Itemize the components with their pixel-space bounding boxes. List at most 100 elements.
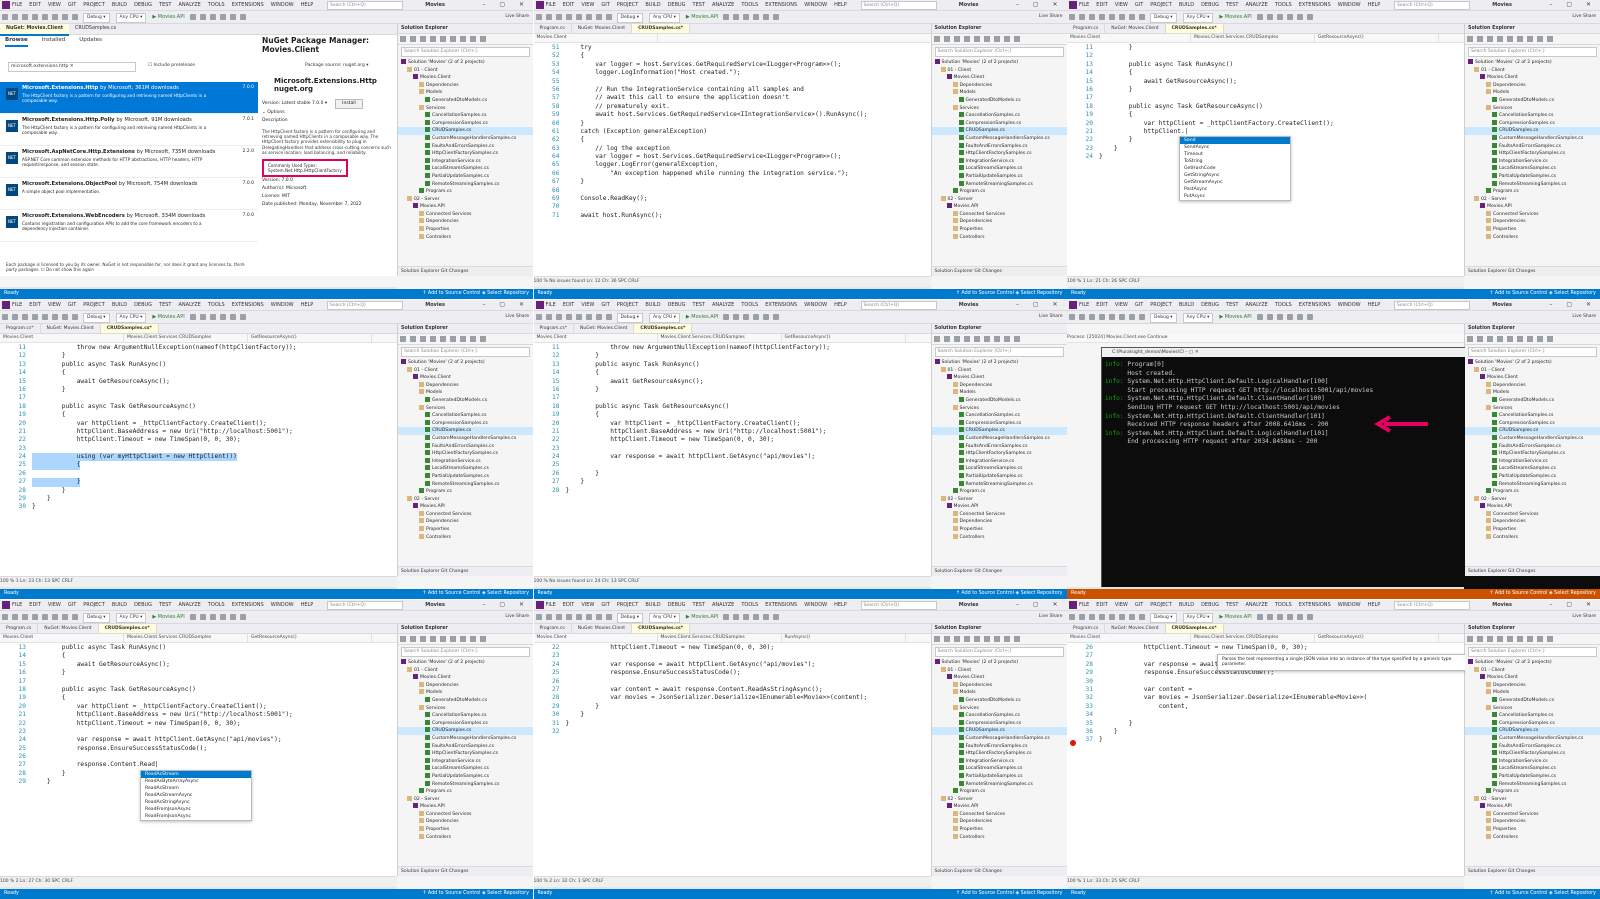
toolbar-button-icon[interactable]: [189, 14, 196, 20]
explorer-tool-icon[interactable]: [1477, 36, 1483, 42]
explorer-tool-icon[interactable]: [1537, 336, 1543, 342]
tree-item[interactable]: Solution 'Movies' (2 of 2 projects): [1465, 359, 1600, 367]
search-input[interactable]: Search (Ctrl+Q): [860, 1, 937, 10]
toolbar-button-icon[interactable]: [62, 314, 68, 320]
menu-item-extensions[interactable]: EXTENSIONS: [1299, 300, 1331, 310]
tree-item[interactable]: RemoteStreamingSamples.cs: [932, 480, 1067, 489]
explorer-tool-icon[interactable]: [993, 336, 1000, 342]
menu-item-view[interactable]: VIEW: [48, 0, 61, 10]
tree-item[interactable]: Movies.Client: [1465, 74, 1600, 82]
tree-item[interactable]: Program.cs: [932, 488, 1067, 496]
explorer-tool-icon[interactable]: [963, 36, 970, 42]
start-button[interactable]: ▶ Movies.API: [1219, 613, 1251, 621]
tree-item[interactable]: Movies.Client: [398, 74, 533, 82]
tree-item[interactable]: HttpClientFactorySamples.cs: [398, 750, 533, 758]
explorer-tool-icon[interactable]: [460, 36, 466, 42]
live-share-button[interactable]: Live Share: [1572, 613, 1596, 621]
document-tab[interactable]: CRUDSamples.cs*: [632, 24, 691, 33]
tree-item[interactable]: CustomMessageHandlersSamples.cs: [932, 434, 1067, 443]
menu-item-file[interactable]: FILE: [12, 300, 22, 310]
explorer-tool-icon[interactable]: [963, 636, 970, 642]
solution-search-input[interactable]: Search Solution Explorer (Ctrl+;): [934, 647, 1064, 657]
tree-item[interactable]: Dependencies: [398, 381, 533, 390]
tree-item[interactable]: Connected Services: [398, 510, 533, 519]
explorer-tool-icon[interactable]: [1003, 336, 1010, 342]
completion-item[interactable]: GetStreamAsync: [1180, 179, 1290, 186]
live-share-button[interactable]: Live Share: [1039, 613, 1063, 621]
menu-item-project[interactable]: PROJECT: [617, 300, 639, 310]
tree-item[interactable]: Movies.API: [1465, 203, 1600, 211]
document-tab[interactable]: NuGet: Movies.Client: [572, 24, 633, 33]
tree-item[interactable]: FaultsAndErrorsSamples.cs: [932, 442, 1067, 451]
tree-item[interactable]: CompressionSamples.cs: [1465, 419, 1600, 428]
tree-item[interactable]: HttpClientFactorySamples.cs: [932, 450, 1067, 458]
menu-item-git[interactable]: GIT: [1135, 300, 1143, 310]
menu-item-analyze[interactable]: ANALYZE: [1246, 300, 1268, 310]
tree-item[interactable]: Models: [932, 89, 1067, 97]
nav-dropdown[interactable]: Movies.Client.Services.CRUDSamples: [658, 334, 782, 342]
menu-item-file[interactable]: FILE: [1079, 0, 1089, 10]
toolbar-button-icon[interactable]: [1109, 314, 1115, 320]
tree-item[interactable]: Dependencies: [932, 818, 1067, 826]
toolbar-button-icon[interactable]: [1256, 314, 1263, 320]
toolbar-button-icon[interactable]: [585, 314, 592, 320]
tree-item[interactable]: Movies.Client: [932, 74, 1067, 82]
tree-item[interactable]: LocalStreamsSamples.cs: [932, 165, 1067, 173]
menu-item-window[interactable]: WINDOW: [1338, 300, 1361, 310]
tree-item[interactable]: Program.cs: [398, 488, 533, 496]
completion-item[interactable]: PutAsync: [1180, 193, 1290, 200]
document-tab[interactable]: NuGet: Movies.Client: [572, 624, 633, 633]
menu-item-tools[interactable]: TOOLS: [208, 600, 225, 610]
toolbar-button-icon[interactable]: [32, 614, 38, 620]
toolbar-button-icon[interactable]: [199, 314, 206, 320]
menu-item-debug[interactable]: DEBUG: [668, 0, 686, 10]
tree-item[interactable]: PartialUpdateSamples.cs: [932, 172, 1067, 181]
toolbar-button-icon[interactable]: [32, 314, 38, 320]
explorer-tool-icon[interactable]: [480, 36, 486, 42]
tree-item[interactable]: FaultsAndErrorsSamples.cs: [1465, 442, 1600, 451]
menu-item-tools[interactable]: TOOLS: [741, 300, 758, 310]
completion-item[interactable]: ReadAsStringAsync: [141, 799, 251, 806]
tree-item[interactable]: CustomMessageHandlersSamples.cs: [1465, 434, 1600, 443]
explorer-tool-icon[interactable]: [1467, 336, 1473, 342]
tree-item[interactable]: 02 - Server: [1465, 195, 1600, 204]
toolbar-button-icon[interactable]: [239, 614, 246, 620]
live-share-button[interactable]: Live Share: [1572, 313, 1596, 321]
menu-item-debug[interactable]: DEBUG: [1201, 0, 1219, 10]
tree-item[interactable]: Models: [1465, 89, 1600, 97]
nav-dropdown[interactable]: GetResourceAsync(): [1315, 34, 1439, 42]
tree-item[interactable]: CancellationSamples.cs: [398, 112, 533, 120]
tree-item[interactable]: RemoteStreamingSamples.cs: [1465, 780, 1600, 789]
tree-item[interactable]: CancellationSamples.cs: [398, 712, 533, 720]
tree-item[interactable]: Services: [1465, 104, 1600, 113]
tree-item[interactable]: CRUDSamples.cs: [1465, 427, 1600, 435]
menu-item-debug[interactable]: DEBUG: [134, 600, 152, 610]
menu-item-git[interactable]: GIT: [601, 600, 609, 610]
tree-item[interactable]: LocalStreamsSamples.cs: [398, 165, 533, 173]
tree-item[interactable]: Movies.Client: [398, 674, 533, 682]
tree-item[interactable]: Services: [932, 404, 1067, 413]
tree-item[interactable]: PartialUpdateSamples.cs: [932, 472, 1067, 481]
toolbar-button-icon[interactable]: [763, 14, 770, 20]
tab-updates[interactable]: Updates: [79, 35, 102, 45]
tree-item[interactable]: Controllers: [1465, 533, 1600, 542]
tree-item[interactable]: Dependencies: [932, 381, 1067, 390]
toolbar-button-icon[interactable]: [1069, 14, 1075, 20]
menu-item-view[interactable]: VIEW: [1115, 0, 1128, 10]
explorer-tool-icon[interactable]: [470, 336, 476, 342]
nav-dropdown[interactable]: Movies.Client.Services.CRUDSamples: [124, 634, 248, 642]
toolbar-button-icon[interactable]: [62, 614, 68, 620]
tree-item[interactable]: Solution 'Movies' (2 of 2 projects): [1465, 659, 1600, 667]
tree-item[interactable]: CancellationSamples.cs: [1465, 412, 1600, 420]
menu-item-edit[interactable]: EDIT: [1096, 600, 1108, 610]
menu-item-project[interactable]: PROJECT: [83, 0, 105, 10]
toolbar-button-icon[interactable]: [22, 314, 28, 320]
menu-item-help[interactable]: HELP: [1368, 0, 1381, 10]
tree-item[interactable]: Movies.API: [932, 503, 1067, 511]
tree-item[interactable]: Connected Services: [398, 810, 533, 819]
toolbar-button-icon[interactable]: [1139, 614, 1145, 620]
completion-item[interactable]: PostAsync: [1180, 186, 1290, 193]
toolbar-button-icon[interactable]: [733, 314, 740, 320]
menu-item-window[interactable]: WINDOW: [271, 0, 294, 10]
explorer-bottom-tabs[interactable]: Solution Explorer Git Changes: [931, 866, 1067, 876]
